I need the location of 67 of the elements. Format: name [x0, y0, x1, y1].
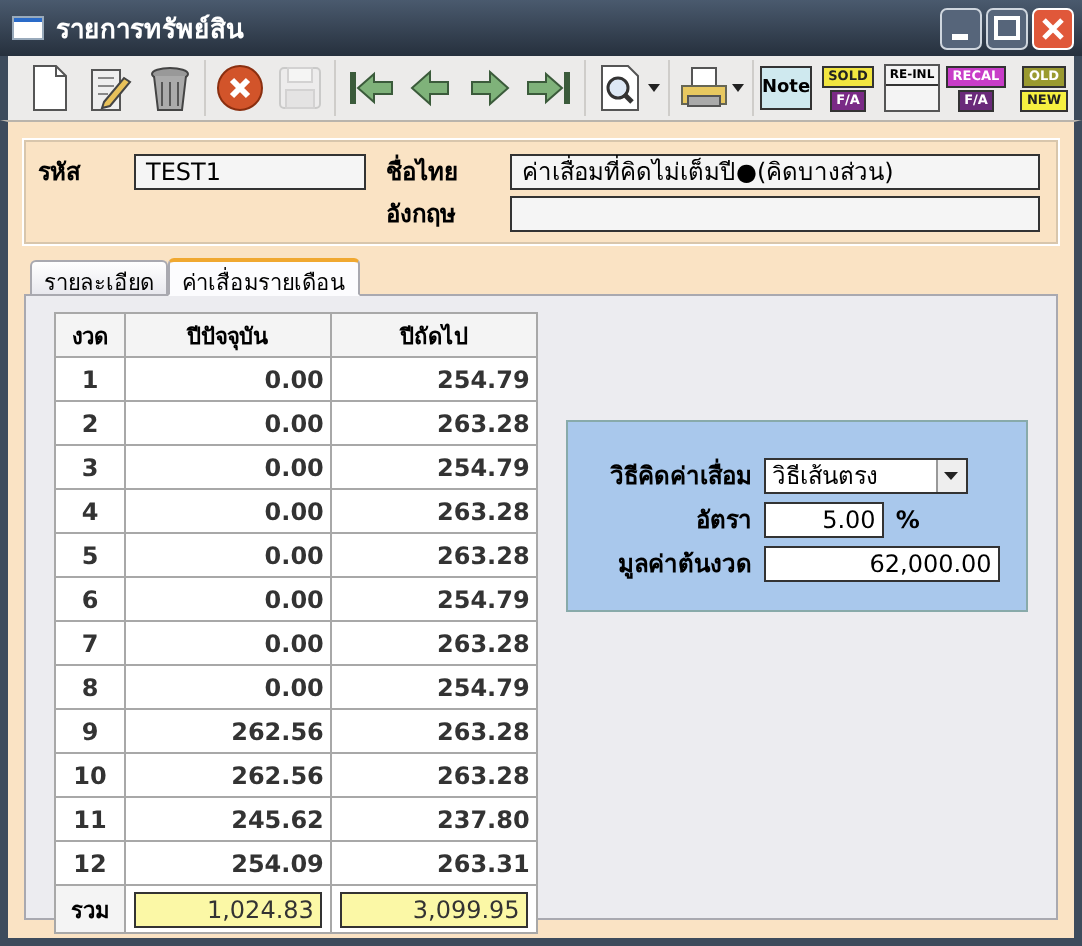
column-header: งวด: [55, 313, 125, 357]
caret-icon: [944, 471, 959, 479]
table-cell: 0.00: [125, 533, 331, 577]
tab[interactable]: ค่าเสื่อมรายเดือน: [168, 258, 360, 296]
field-label: อัตรา: [693, 504, 752, 538]
minimize-button[interactable]: [940, 7, 982, 49]
field-label: ชื่อไทย: [386, 152, 460, 190]
table-cell: 1: [55, 357, 125, 401]
table-cell: 5: [55, 533, 125, 577]
table-cell: 263.28: [330, 621, 537, 665]
rate-field[interactable]: 5.00: [763, 501, 884, 537]
column-header: ปีปัจจุบัน: [125, 313, 331, 357]
table-cell: 0.00: [125, 489, 331, 533]
table-cell: 263.28: [330, 401, 537, 445]
table-cell: 9: [55, 709, 125, 753]
table-cell: 262.56: [125, 709, 331, 753]
field-label: รหัส: [38, 156, 83, 190]
table-cell: 6: [55, 577, 125, 621]
table-cell: 0.00: [125, 357, 331, 401]
code-field[interactable]: TEST1: [134, 153, 366, 189]
table-cell: 263.31: [330, 841, 537, 885]
column-header: ปีถัดไป: [330, 313, 537, 357]
field-label: วิธีคิดค่าเสื่อม: [607, 456, 752, 494]
table-cell: 10: [55, 753, 125, 797]
caret-icon: [732, 84, 744, 92]
table-cell: 2: [55, 401, 125, 445]
caret-icon: [648, 84, 660, 92]
name-field[interactable]: [510, 195, 1040, 231]
cancel-icon: [214, 62, 266, 114]
table-cell: 8: [55, 665, 125, 709]
tab[interactable]: รายละเอียด: [30, 260, 168, 294]
field-label: มูลค่าต้นงวด: [615, 548, 752, 582]
maximize-button[interactable]: [986, 7, 1028, 49]
table-cell: 263.28: [330, 753, 537, 797]
window-icon: [12, 16, 44, 40]
table-cell: 254.79: [330, 357, 537, 401]
field-label: อังกฤษ: [386, 198, 458, 232]
table-cell: 263.28: [330, 709, 537, 753]
table-cell: 254.09: [125, 841, 331, 885]
table-cell: 0.00: [125, 665, 331, 709]
total-field: 3,099.95: [339, 891, 528, 927]
table-cell: 0.00: [125, 577, 331, 621]
total-label: รวม: [55, 885, 125, 933]
table-cell: 3: [55, 445, 125, 489]
table-cell: 237.80: [330, 797, 537, 841]
close-button[interactable]: [1032, 7, 1074, 49]
table-cell: 263.28: [330, 489, 537, 533]
start-value-field[interactable]: 62,000.00: [763, 545, 1000, 581]
table-cell: 254.79: [330, 445, 537, 489]
note-button[interactable]: Note: [760, 66, 812, 110]
cancel-button[interactable]: [212, 60, 268, 116]
table-cell: 263.28: [330, 533, 537, 577]
window-title: รายการทรัพย์สิน: [56, 12, 246, 49]
total-field: 1,024.83: [134, 891, 322, 927]
table-cell: 4: [55, 489, 125, 533]
table-cell: 0.00: [125, 401, 331, 445]
unit-label: %: [895, 505, 920, 533]
table-cell: 262.56: [125, 753, 331, 797]
table-cell: 11: [55, 797, 125, 841]
table-cell: 0.00: [125, 621, 331, 665]
name-field[interactable]: ค่าเสื่อมที่คิดไม่เต็มปี●(คิดบางส่วน): [510, 153, 1040, 189]
table-cell: 254.79: [330, 577, 537, 621]
table-cell: 7: [55, 621, 125, 665]
table-cell: 254.79: [330, 665, 537, 709]
method-dropdown[interactable]: วิธีเส้นตรง: [763, 457, 968, 493]
table-cell: 245.62: [125, 797, 331, 841]
table-cell: 0.00: [125, 445, 331, 489]
